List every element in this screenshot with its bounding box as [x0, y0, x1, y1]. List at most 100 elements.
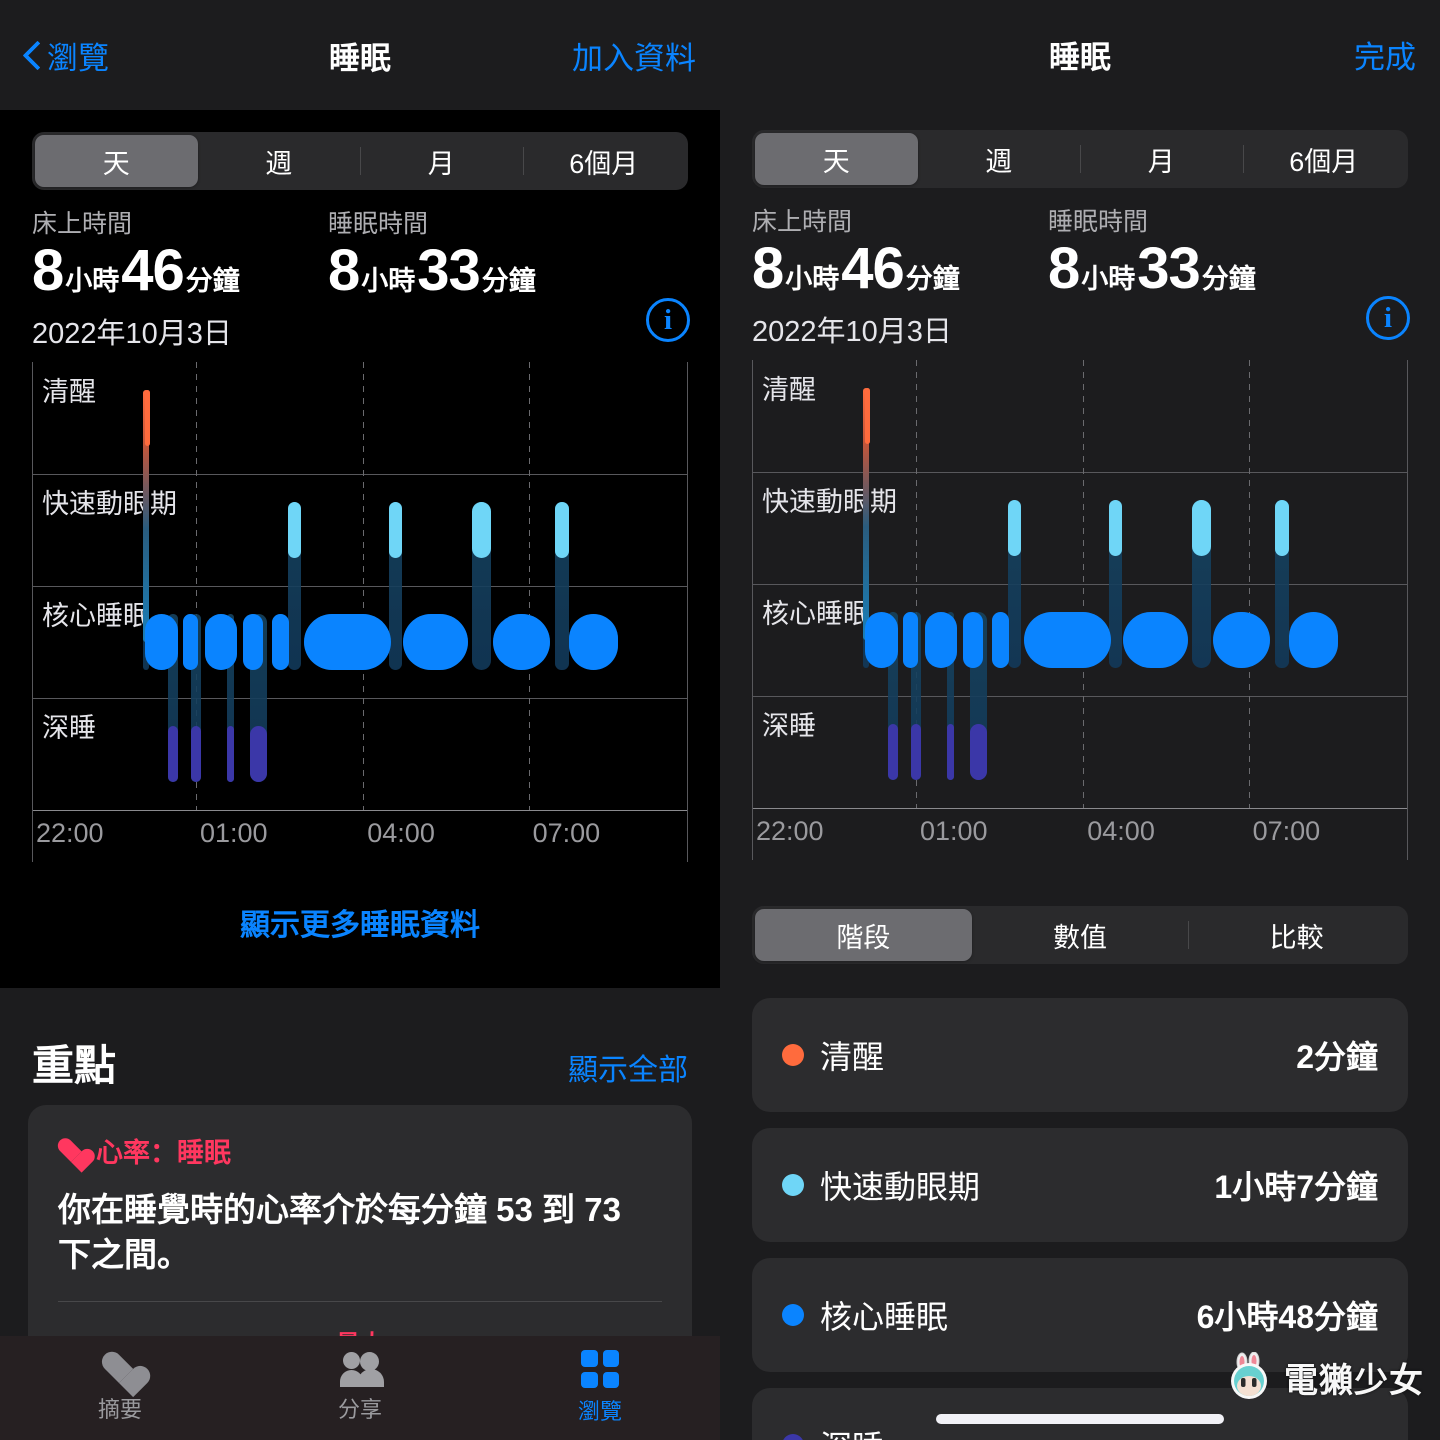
chart-stage-bar[interactable]	[168, 726, 178, 782]
chart-axis-line	[32, 810, 688, 811]
time-asleep-value: 8 小時 33 分鐘	[328, 242, 538, 300]
chart-band-gridline	[32, 586, 688, 587]
highlight-card[interactable]: 心率：睡眠 你在睡覺時的心率介於每分鐘 53 到 73 下之間。 最大	[28, 1105, 692, 1336]
chart-stage-bar[interactable]	[1275, 500, 1289, 556]
chart-stage-bar[interactable]	[1024, 612, 1112, 668]
range-tab-month[interactable]: 月	[360, 135, 523, 187]
highlights-title: 重點	[32, 1042, 117, 1089]
chart-stage-bar[interactable]	[1123, 612, 1188, 668]
chart-stage-bar[interactable]	[227, 726, 235, 782]
chart-stage-bar[interactable]	[182, 614, 198, 670]
range-tab-day[interactable]: 天	[755, 133, 918, 185]
page-title: 睡眠	[1049, 39, 1111, 75]
sleep-minutes: 33	[1137, 236, 1201, 301]
chart-stage-bar[interactable]	[243, 614, 263, 670]
chart-stage-bar[interactable]	[191, 726, 201, 782]
chart-frame-edge	[752, 360, 753, 860]
chart-stage-bar[interactable]	[555, 502, 569, 558]
chart-stage-bar[interactable]	[569, 614, 619, 670]
bed-minutes: 46	[841, 236, 905, 301]
chart-stage-bar[interactable]	[1213, 612, 1271, 668]
back-button[interactable]: 瀏覽	[24, 33, 109, 78]
show-more-sleep-data-link[interactable]: 顯示更多睡眠資料	[0, 900, 720, 944]
chart-stage-bar[interactable]	[992, 612, 1010, 668]
chart-stage-bar[interactable]	[1289, 612, 1339, 668]
chart-stage-bar[interactable]	[969, 724, 987, 780]
range-tab-day[interactable]: 天	[35, 135, 198, 187]
heart-icon	[58, 1138, 86, 1164]
summary-date: 2022年10月3日	[752, 316, 952, 348]
chart-stage-bar[interactable]	[864, 612, 898, 668]
chart-stage-bar[interactable]	[144, 390, 150, 446]
chart-stage-bar[interactable]	[304, 614, 392, 670]
chart-stage-bar[interactable]	[864, 388, 870, 444]
stage-color-dot	[782, 1044, 804, 1066]
chart-stage-bar[interactable]	[1108, 500, 1122, 556]
stage-value: 1小時7分鐘	[1214, 1169, 1378, 1205]
done-button[interactable]: 完成	[1354, 32, 1416, 77]
range-tab-6months[interactable]: 6個月	[522, 135, 686, 187]
add-data-button[interactable]: 加入資料	[572, 33, 696, 78]
stage-color-dot	[782, 1304, 804, 1326]
right-range-segmented-control[interactable]: 天 週 月 6個月	[752, 130, 1408, 188]
chart-stage-bar[interactable]	[287, 502, 301, 558]
tab-values[interactable]: 數值	[972, 909, 1189, 961]
chart-stage-bar[interactable]	[1192, 500, 1212, 556]
chart-stage-bar[interactable]	[272, 614, 290, 670]
range-tab-6months[interactable]: 6個月	[1242, 133, 1406, 185]
chart-time-gridline	[1083, 360, 1085, 808]
stage-detail-sheet: 階段 數值 比較 清醒 2分鐘 快速動眼期 1小時7分鐘 核心睡眠 6小時48分…	[720, 880, 1440, 1440]
list-item[interactable]: 快速動眼期 1小時7分鐘	[752, 1128, 1408, 1242]
stage-color-dot	[782, 1434, 804, 1440]
stage-label: 清醒	[820, 1039, 885, 1075]
chart-stage-bar[interactable]	[472, 502, 492, 558]
bed-hours-unit: 小時	[785, 264, 840, 294]
right-sleep-stage-chart[interactable]: 清醒 快速動眼期 核心睡眠 深睡 22:00 01:00 04:00 07:00	[752, 360, 1408, 860]
range-tab-week[interactable]: 週	[918, 133, 1081, 185]
chart-stage-bar[interactable]	[493, 614, 551, 670]
detail-segmented-control[interactable]: 階段 數值 比較	[752, 906, 1408, 964]
list-item[interactable]: 清醒 2分鐘	[752, 998, 1408, 1112]
tab-summary[interactable]: 摘要	[0, 1336, 240, 1440]
time-asleep-label: 睡眠時間	[1048, 208, 1149, 236]
chart-stage-bar[interactable]	[403, 614, 468, 670]
tab-browse[interactable]: 瀏覽	[480, 1336, 720, 1440]
chart-band-gridline	[32, 698, 688, 699]
highlight-card-kicker: 心率：睡眠	[58, 1131, 662, 1170]
chart-stage-bar[interactable]	[888, 724, 898, 780]
range-tab-week[interactable]: 週	[198, 135, 361, 187]
home-indicator[interactable]	[936, 1414, 1224, 1424]
chart-stage-bar[interactable]	[1007, 500, 1021, 556]
chart-stage-bar[interactable]	[902, 612, 918, 668]
stage-label: 核心睡眠	[820, 1299, 949, 1335]
chart-x-tick-label: 01:00	[920, 816, 988, 846]
range-tab-month[interactable]: 月	[1080, 133, 1243, 185]
chart-stage-bar[interactable]	[249, 726, 267, 782]
bed-hours: 8	[752, 236, 784, 301]
chart-stage-bar[interactable]	[388, 502, 402, 558]
bed-minutes: 46	[121, 238, 185, 303]
chart-stage-bar[interactable]	[963, 612, 983, 668]
chart-stage-bar[interactable]	[204, 614, 238, 670]
chart-stage-bar[interactable]	[911, 724, 921, 780]
sleep-minutes-unit: 分鐘	[481, 266, 536, 296]
chart-band-label: 快速動眼期	[762, 487, 897, 517]
left-summary: 床上時間 睡眠時間 8 小時 46 分鐘 8 小時 33 分鐘 i 2022年1…	[0, 190, 720, 352]
left-range-segmented-control[interactable]: 天 週 月 6個月	[32, 132, 688, 190]
sleep-minutes: 33	[417, 238, 481, 303]
left-sleep-stage-chart[interactable]: 清醒 快速動眼期 核心睡眠 深睡 22:00 01:00 04:00 07:00	[32, 362, 688, 862]
tab-sharing[interactable]: 分享	[240, 1336, 480, 1440]
info-icon[interactable]: i	[1366, 296, 1410, 340]
chart-band-label: 深睡	[42, 713, 96, 743]
chart-stage-bar[interactable]	[947, 724, 955, 780]
info-icon[interactable]: i	[646, 298, 690, 342]
tab-stages[interactable]: 階段	[755, 909, 972, 961]
highlight-card-kicker-text: 心率：睡眠	[96, 1138, 231, 1168]
chart-stage-bar[interactable]	[924, 612, 958, 668]
show-all-link[interactable]: 顯示全部	[568, 1045, 688, 1089]
tab-comparison[interactable]: 比較	[1188, 909, 1405, 961]
tab-sharing-label: 分享	[337, 1397, 382, 1422]
chart-band-label: 清醒	[42, 377, 96, 407]
chart-stage-bar[interactable]	[144, 614, 178, 670]
time-in-bed-value: 8 小時 46 分鐘	[752, 240, 1048, 298]
